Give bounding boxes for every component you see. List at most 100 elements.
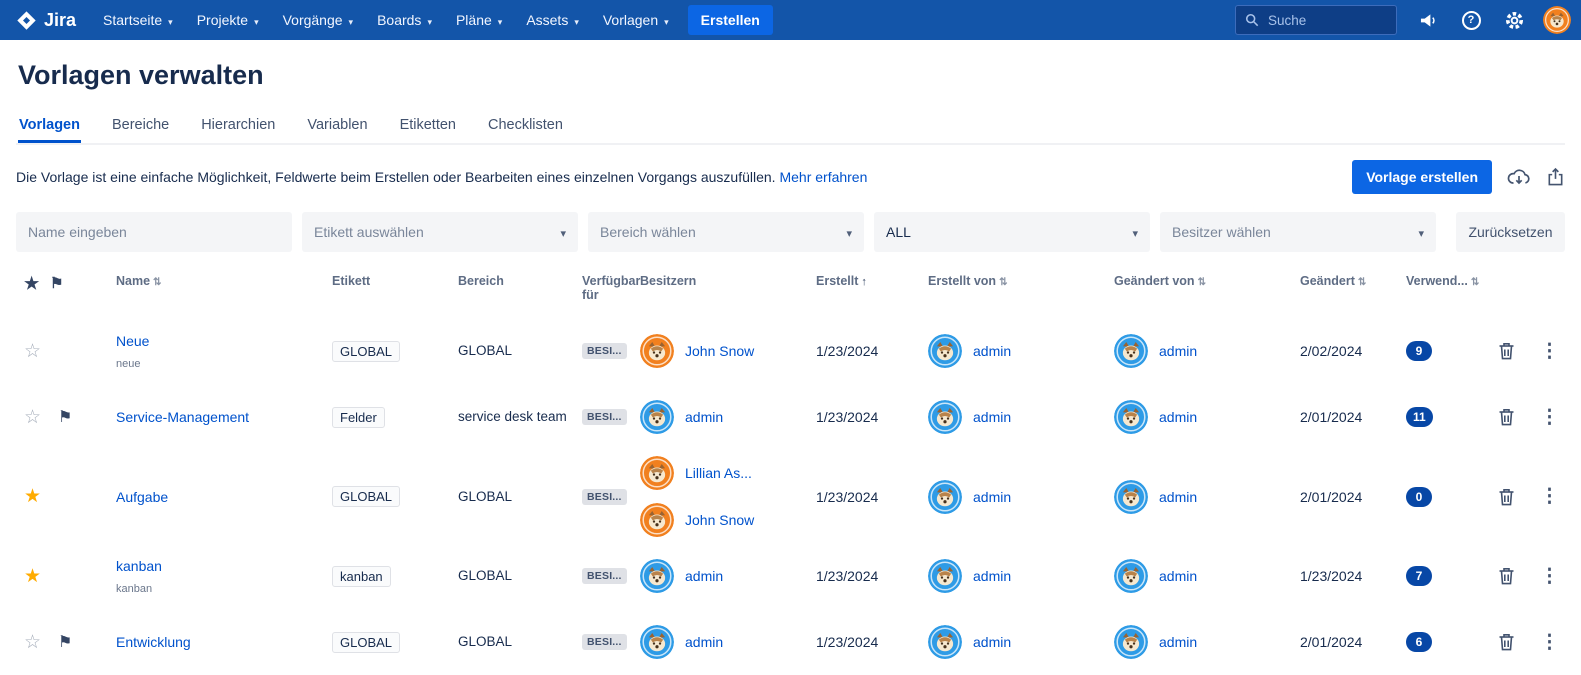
template-name-link[interactable]: Entwicklung [116,634,191,650]
import-cloud-icon[interactable] [1507,167,1531,187]
nav-item-projekte[interactable]: Projekte [186,0,270,40]
tab-etiketten[interactable]: Etiketten [399,108,457,143]
star-toggle[interactable] [24,342,41,361]
tab-variablen[interactable]: Variablen [306,108,368,143]
star-toggle[interactable] [24,408,41,427]
available-for-badge: BESI... [582,343,627,359]
table-row: kanban kanban kanban GLOBAL BESI... admi… [16,543,1565,609]
chevron-down-icon [568,12,579,28]
page-description: Die Vorlage ist eine einfache Möglichkei… [16,169,868,185]
profile-avatar-button[interactable] [1543,6,1571,34]
availability-filter-select[interactable]: ALL [874,212,1150,252]
tab-bereiche[interactable]: Bereiche [111,108,170,143]
search-icon [1245,13,1259,27]
tab-hierarchien[interactable]: Hierarchien [200,108,276,143]
star-toggle[interactable] [24,487,41,506]
owner-link[interactable]: admin [685,409,723,425]
delete-button[interactable] [1494,629,1519,655]
label-lozenge: Felder [332,406,385,428]
label-lozenge: GLOBAL [332,631,401,653]
owner: Lillian As... [640,456,752,490]
star-column-icon[interactable] [24,278,39,292]
tab-vorlagen[interactable]: Vorlagen [18,108,81,143]
user-avatar [1114,479,1148,514]
column-header-erstellt-von[interactable]: Erstellt von [928,270,1114,288]
modified-by-cell: admin [1114,559,1300,593]
star-toggle[interactable] [24,633,41,652]
table-row: Entwicklung GLOBAL GLOBAL BESI... admin … [16,609,1565,675]
nav-item-vorlagen[interactable]: Vorlagen [592,0,680,40]
nav-item-boards[interactable]: Boards [366,0,443,40]
modified-by-link[interactable]: admin [1159,489,1197,505]
nav-item-plaene[interactable]: Pläne [445,0,513,40]
more-actions-button[interactable] [1536,563,1563,590]
sort-icon [1468,274,1479,288]
more-actions-button[interactable] [1536,404,1563,431]
more-actions-button[interactable] [1536,338,1563,365]
nav-item-assets[interactable]: Assets [515,0,590,40]
modified-date: 2/02/2024 [1300,343,1363,359]
flag-icon [58,407,72,427]
name-filter-input[interactable] [16,212,292,252]
column-header-name[interactable]: Name [96,270,332,288]
template-name-link[interactable]: kanban [116,558,162,574]
scope-filter-select[interactable]: Bereich wählen [588,212,864,252]
settings-gear-icon[interactable] [1502,8,1526,32]
delete-button[interactable] [1494,338,1519,364]
user-avatar [1114,334,1148,368]
nav-item-vorgaenge[interactable]: Vorgänge [272,0,364,40]
usage-count-badge: 6 [1406,632,1432,652]
owner-link[interactable]: Lillian As... [685,465,752,481]
modified-by-link[interactable]: admin [1159,634,1197,650]
nav-item-startseite[interactable]: Startseite [92,0,184,40]
search-input[interactable] [1266,11,1376,29]
column-header-etikett: Etikett [332,274,371,288]
template-name-link[interactable]: Neue [116,333,149,349]
export-icon[interactable] [1546,167,1565,187]
owner-link[interactable]: admin [685,568,723,584]
modified-by-link[interactable]: admin [1159,343,1197,359]
scope-cell: GLOBAL [458,568,513,584]
more-actions-button[interactable] [1536,629,1563,656]
created-by-link[interactable]: admin [973,568,1011,584]
delete-button[interactable] [1494,563,1519,589]
created-by-link[interactable]: admin [973,409,1011,425]
column-header-erstellt[interactable]: Erstellt [816,270,928,288]
delete-button[interactable] [1494,484,1519,510]
sort-icon [1355,274,1366,288]
owner-filter-select[interactable]: Besitzer wählen [1160,212,1436,252]
owner-link[interactable]: John Snow [685,512,754,528]
more-actions-button[interactable] [1536,483,1563,510]
label-lozenge: kanban [332,565,391,587]
global-search[interactable] [1235,5,1397,35]
owner-link[interactable]: John Snow [685,343,754,359]
user-avatar [640,503,674,537]
label-filter-select[interactable]: Etikett auswählen [302,212,578,252]
created-by-link[interactable]: admin [973,634,1011,650]
jira-logo[interactable]: Jira [12,10,90,31]
owner: admin [640,400,723,434]
created-by-link[interactable]: admin [973,489,1011,505]
column-header-geaendert-von[interactable]: Geändert von [1114,270,1300,288]
jira-logo-icon [16,10,37,31]
modified-by-link[interactable]: admin [1159,409,1197,425]
announcement-icon[interactable] [1416,8,1440,32]
table-body: Neue neue GLOBAL GLOBAL BESI... John Sno… [16,318,1565,675]
modified-by-link[interactable]: admin [1159,568,1197,584]
help-icon[interactable] [1459,8,1483,32]
created-by-link[interactable]: admin [973,343,1011,359]
owner-link[interactable]: admin [685,634,723,650]
tab-checklisten[interactable]: Checklisten [487,108,564,143]
template-name-link[interactable]: Service-Management [116,409,249,425]
column-header-geaendert[interactable]: Geändert [1300,270,1406,288]
chevron-down-icon [492,12,503,28]
learn-more-link[interactable]: Mehr erfahren [779,169,867,185]
delete-button[interactable] [1494,404,1519,430]
reset-filters-button[interactable]: Zurücksetzen [1456,212,1565,252]
chevron-down-icon [162,12,173,28]
template-name-link[interactable]: Aufgabe [116,489,168,505]
create-template-button[interactable]: Vorlage erstellen [1352,160,1492,194]
create-button[interactable]: Erstellen [687,5,773,35]
star-toggle[interactable] [24,567,41,586]
column-header-verwendungen[interactable]: Verwend... [1406,270,1494,288]
